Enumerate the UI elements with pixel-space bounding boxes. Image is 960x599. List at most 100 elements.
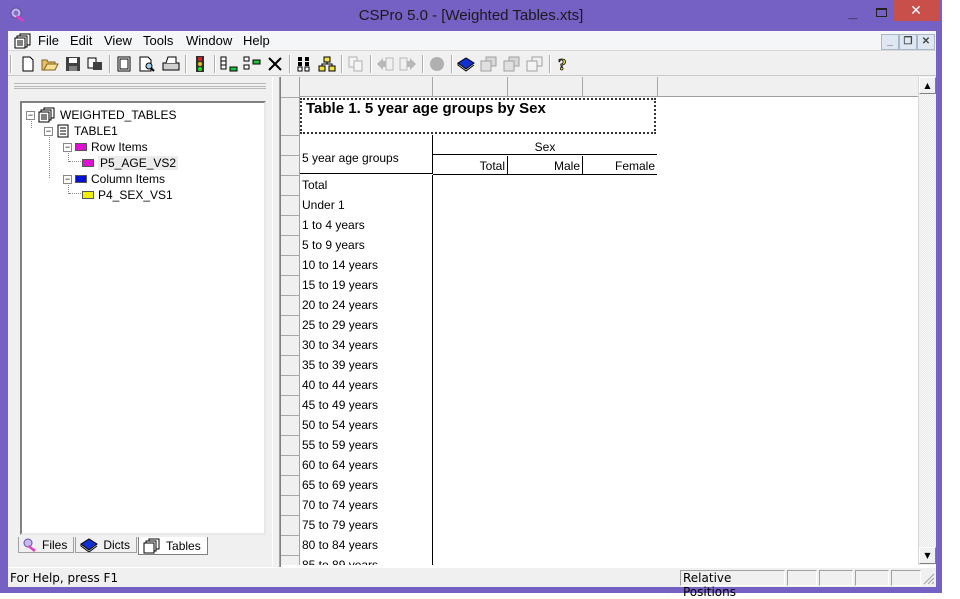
menu-window[interactable]: Window bbox=[186, 33, 232, 48]
table-row-label[interactable]: 40 to 44 years bbox=[302, 375, 378, 395]
row-header-cell[interactable] bbox=[281, 316, 300, 336]
table-row-label[interactable]: 5 to 9 years bbox=[302, 235, 365, 255]
menu-file[interactable]: File bbox=[38, 33, 59, 48]
menu-help[interactable]: Help bbox=[243, 33, 270, 48]
row-header-cell[interactable] bbox=[281, 216, 300, 236]
dictionary-button[interactable] bbox=[457, 55, 475, 73]
document-icon[interactable] bbox=[14, 33, 32, 49]
open-button[interactable] bbox=[41, 55, 59, 73]
row-header-cell[interactable] bbox=[281, 376, 300, 396]
table-row-label[interactable]: 65 to 69 years bbox=[302, 475, 378, 495]
table-row-label[interactable]: 75 to 79 years bbox=[302, 515, 378, 535]
table-row-label[interactable]: Total bbox=[302, 175, 327, 195]
print-button[interactable] bbox=[162, 55, 180, 73]
menu-edit[interactable]: Edit bbox=[70, 33, 92, 48]
row-header-cell[interactable] bbox=[281, 276, 300, 296]
row-header-cell[interactable] bbox=[281, 296, 300, 316]
table-row-label[interactable]: 20 to 24 years bbox=[302, 295, 378, 315]
forward-button[interactable] bbox=[399, 55, 417, 73]
pane-grip[interactable] bbox=[14, 83, 266, 89]
table-row-label[interactable]: 35 to 39 years bbox=[302, 355, 378, 375]
table-row-label[interactable]: 60 to 64 years bbox=[302, 455, 378, 475]
table-row-label[interactable]: 10 to 14 years bbox=[302, 255, 378, 275]
resize-grip-icon[interactable] bbox=[923, 573, 935, 585]
column-header-cell[interactable] bbox=[508, 77, 583, 97]
row-header-cell[interactable] bbox=[281, 416, 300, 436]
spanner-header[interactable]: Sex bbox=[433, 135, 657, 155]
table-row-label[interactable]: 70 to 74 years bbox=[302, 495, 378, 515]
minimize-button[interactable]: _ bbox=[838, 4, 868, 25]
row-header-cell[interactable] bbox=[281, 98, 300, 136]
mdi-restore-button[interactable]: ❐ bbox=[899, 34, 917, 50]
table-row-label[interactable]: 55 to 59 years bbox=[302, 435, 378, 455]
tree-node-column-items[interactable]: − Column Items bbox=[63, 171, 165, 187]
pane-splitter[interactable] bbox=[272, 77, 280, 567]
menu-tools[interactable]: Tools bbox=[143, 33, 173, 48]
vertical-scrollbar[interactable]: ▲ ▼ bbox=[918, 77, 936, 565]
scroll-track[interactable] bbox=[919, 95, 936, 547]
row-header-cell[interactable] bbox=[281, 156, 300, 176]
scroll-up-button[interactable]: ▲ bbox=[919, 77, 936, 94]
tab-files[interactable]: Files bbox=[18, 537, 75, 553]
table-row-label[interactable]: 45 to 49 years bbox=[302, 395, 378, 415]
save-button[interactable] bbox=[64, 55, 82, 73]
mdi-minimize-button[interactable]: _ bbox=[881, 34, 899, 50]
scroll-down-button[interactable]: ▼ bbox=[919, 547, 936, 564]
row-header-cell[interactable] bbox=[281, 496, 300, 516]
menu-view[interactable]: View bbox=[104, 33, 132, 48]
column-header-female[interactable]: Female bbox=[583, 156, 657, 175]
tables-button-2[interactable] bbox=[503, 55, 521, 73]
tables-button-3[interactable] bbox=[526, 55, 544, 73]
row-header-cell[interactable] bbox=[281, 396, 300, 416]
column-header-total[interactable]: Total bbox=[433, 156, 508, 175]
collapse-icon[interactable]: − bbox=[63, 142, 72, 152]
row-header-cell[interactable] bbox=[281, 256, 300, 276]
column-header-male[interactable]: Male bbox=[508, 156, 583, 175]
row-header-cell[interactable] bbox=[281, 236, 300, 256]
back-button[interactable] bbox=[376, 55, 394, 73]
collapse-icon[interactable]: − bbox=[63, 174, 72, 184]
tab-tables[interactable]: Tables bbox=[138, 537, 208, 555]
tree-node-p4-sex-vs1[interactable]: P4_SEX_VS1 bbox=[82, 187, 173, 203]
row-header-cell[interactable] bbox=[281, 196, 300, 216]
row-header-cell[interactable] bbox=[281, 136, 300, 156]
delete-button[interactable] bbox=[266, 55, 284, 73]
hierarchy-button[interactable] bbox=[318, 55, 336, 73]
table-row-label[interactable]: 85 to 89 years bbox=[302, 555, 378, 565]
save-all-button[interactable] bbox=[86, 55, 104, 73]
maximize-button[interactable] bbox=[866, 2, 896, 23]
row-header-cell[interactable] bbox=[281, 336, 300, 356]
new-file-button[interactable] bbox=[19, 55, 37, 73]
tree-node-weighted-tables[interactable]: − WEIGHTED_TABLES bbox=[26, 107, 176, 123]
table-title[interactable]: Table 1. 5 year age groups by Sex bbox=[300, 98, 656, 134]
collapse-icon[interactable]: − bbox=[26, 110, 35, 120]
row-header-cell[interactable] bbox=[281, 456, 300, 476]
tree-node-table1[interactable]: − TABLE1 bbox=[44, 123, 118, 139]
page-setup-button[interactable] bbox=[115, 55, 133, 73]
area-button[interactable] bbox=[295, 55, 313, 73]
row-header-cell[interactable] bbox=[281, 536, 300, 556]
stop-button[interactable] bbox=[428, 55, 446, 73]
column-header-cell[interactable] bbox=[433, 77, 508, 97]
table-row-label[interactable]: 30 to 34 years bbox=[302, 335, 378, 355]
tree-node-p5-age-vs2[interactable]: P5_AGE_VS2 bbox=[82, 155, 179, 171]
row-header-cell[interactable] bbox=[281, 176, 300, 196]
project-tree[interactable]: − WEIGHTED_TABLES − TABLE1 − Row Items P… bbox=[20, 101, 266, 535]
copy-button[interactable] bbox=[347, 55, 365, 73]
mdi-close-button[interactable]: ✕ bbox=[917, 34, 935, 50]
close-button[interactable]: ✕ bbox=[893, 0, 939, 21]
table-row-label[interactable]: 15 to 19 years bbox=[302, 275, 378, 295]
row-header-cell[interactable] bbox=[281, 476, 300, 496]
run-button[interactable] bbox=[191, 55, 209, 73]
table-row-label[interactable]: 50 to 54 years bbox=[302, 415, 378, 435]
stub-header[interactable]: 5 year age groups bbox=[300, 135, 433, 174]
help-button[interactable]: ? bbox=[555, 55, 573, 73]
add-row-button[interactable] bbox=[220, 55, 238, 73]
print-preview-button[interactable] bbox=[138, 55, 156, 73]
table-row-label[interactable]: 80 to 84 years bbox=[302, 535, 378, 555]
row-header-cell[interactable] bbox=[281, 516, 300, 536]
collapse-icon[interactable]: − bbox=[44, 126, 53, 136]
table-row-label[interactable]: 1 to 4 years bbox=[302, 215, 365, 235]
column-header-cell[interactable] bbox=[583, 77, 658, 97]
tables-button-1[interactable] bbox=[480, 55, 498, 73]
